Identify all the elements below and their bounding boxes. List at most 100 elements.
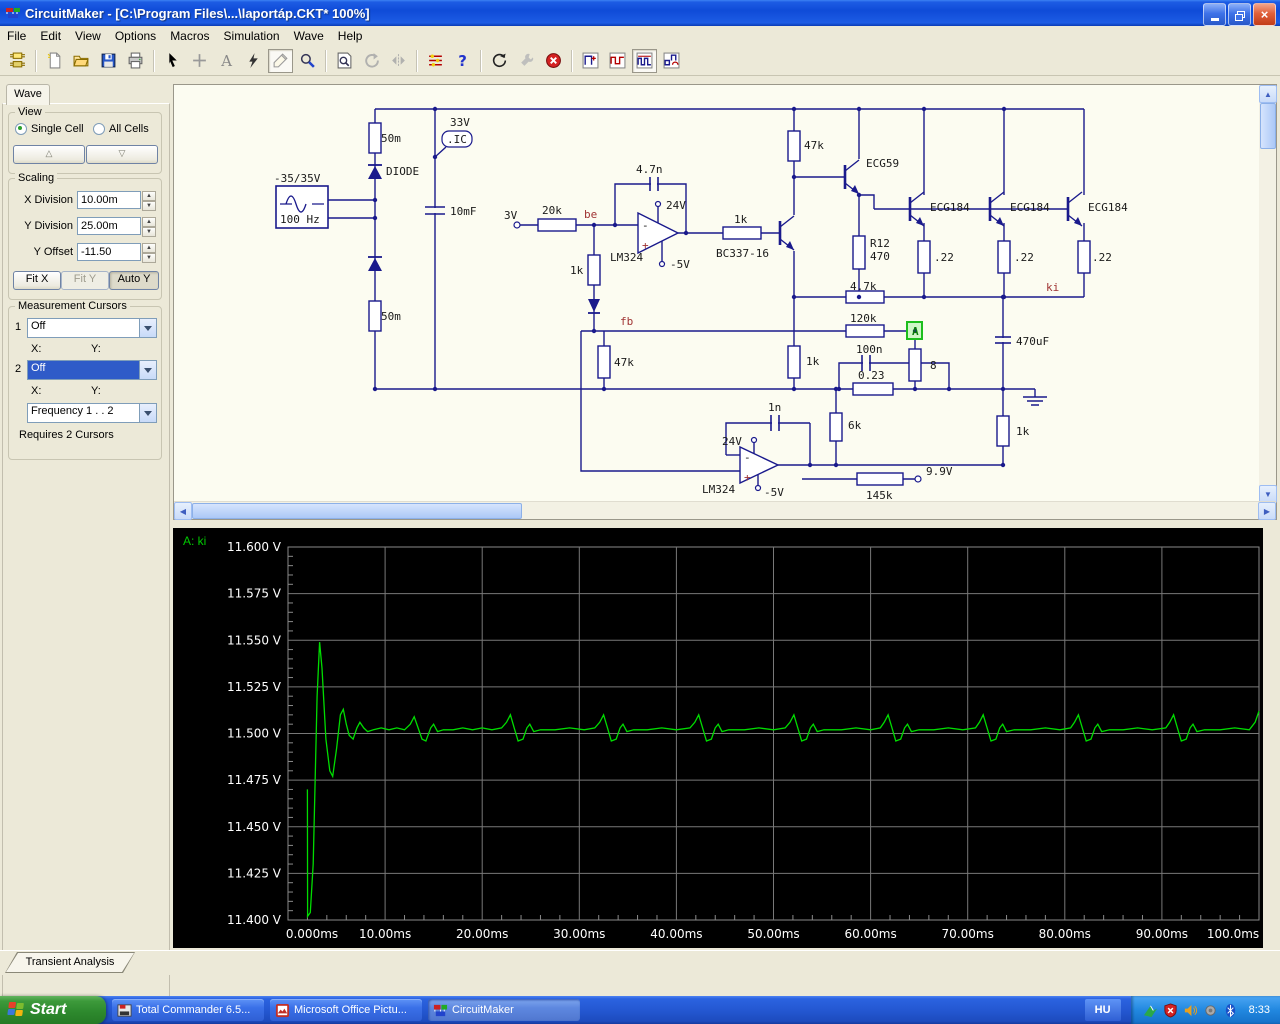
y-axis-tick-label: 11.575 V xyxy=(227,587,282,601)
menu-help[interactable]: Help xyxy=(331,27,370,45)
component-label: 9.9V xyxy=(926,465,953,478)
scroll-left-icon[interactable]: ◀ xyxy=(174,502,192,520)
measurement-dropdown-arrow-icon[interactable] xyxy=(139,404,156,422)
device-icon[interactable] xyxy=(1203,1003,1218,1018)
fit-x-button[interactable]: Fit X xyxy=(13,271,61,290)
minimize-button[interactable] xyxy=(1203,3,1226,26)
component-label: - xyxy=(642,219,649,232)
probe-tool-icon[interactable] xyxy=(268,48,293,73)
antivirus-shield-icon[interactable] xyxy=(1163,1002,1178,1018)
stop-icon[interactable] xyxy=(541,49,566,73)
y-offset-input[interactable]: -11.50 xyxy=(77,243,141,261)
mixed-display-icon[interactable] xyxy=(659,49,684,73)
close-button[interactable]: × xyxy=(1253,3,1276,26)
menu-file[interactable]: File xyxy=(0,27,33,45)
component-label: ECG59 xyxy=(866,157,899,170)
component-label: 4.7k xyxy=(850,280,877,293)
fit-y-button[interactable]: Fit Y xyxy=(61,271,109,290)
cursor1-dropdown[interactable]: Off xyxy=(27,318,157,338)
x-division-spinner[interactable]: ▲ ▼ xyxy=(142,191,156,211)
radio-all-cells[interactable]: All Cells xyxy=(93,123,149,135)
tab-wave[interactable]: Wave xyxy=(6,84,50,105)
analog-display-icon[interactable] xyxy=(632,48,657,73)
start-button[interactable]: Start xyxy=(0,996,106,1024)
component-label: + xyxy=(744,471,751,484)
tray-icons xyxy=(1143,1002,1238,1018)
cursor1-dropdown-arrow-icon[interactable] xyxy=(139,319,156,337)
save-file-icon[interactable] xyxy=(96,49,121,73)
clock[interactable]: 8:33 xyxy=(1249,1004,1270,1016)
restore-button[interactable] xyxy=(1228,3,1251,26)
reset-icon[interactable] xyxy=(487,49,512,73)
print-icon[interactable] xyxy=(123,49,148,73)
component-label: 1k xyxy=(1016,425,1030,438)
window-title: CircuitMaker - [C:\Program Files\...\lap… xyxy=(25,5,370,21)
taskbar-task-total-commander-6-5[interactable]: Total Commander 6.5... xyxy=(112,999,264,1021)
x-axis-tick-label: 100.0ms xyxy=(1207,927,1259,941)
taskbar-task-microsoft-office-pictu[interactable]: Microsoft Office Pictu... xyxy=(270,999,422,1021)
schematic-canvas[interactable]: 50m DIODE -35/35V 100 Hz 33V .IC 10mF 50m 3V 20k b… xyxy=(173,84,1277,520)
y-division-input[interactable]: 25.00m xyxy=(77,217,141,235)
component-label: .IC xyxy=(447,133,467,146)
component-label: ECG184 xyxy=(1010,201,1050,214)
x-division-input[interactable]: 10.00m xyxy=(77,191,141,209)
open-file-icon[interactable] xyxy=(69,49,94,73)
waveform-panel[interactable]: 11.600 V 11.575 V 11.550 V 11.525 V 11.500 V… xyxy=(173,528,1263,948)
find-device-icon[interactable] xyxy=(332,49,357,73)
scroll-up-icon[interactable]: ▲ xyxy=(1259,85,1277,103)
wire-mode-icon[interactable] xyxy=(423,49,448,73)
toolbar-separator xyxy=(35,49,37,72)
title-bar[interactable]: CircuitMaker - [C:\Program Files\...\lap… xyxy=(0,0,1280,26)
menu-view[interactable]: View xyxy=(68,27,108,45)
schematic-horizontal-scrollbar[interactable]: ◀ ▶ xyxy=(174,501,1276,520)
cell-up-button[interactable]: △ xyxy=(13,145,85,164)
cursor2-dropdown[interactable]: Off xyxy=(27,360,157,380)
auto-y-button[interactable]: Auto Y xyxy=(109,271,159,290)
rotate-icon[interactable] xyxy=(359,49,384,73)
part-browser-icon[interactable] xyxy=(5,49,30,73)
digital-display-icon[interactable] xyxy=(605,49,630,73)
language-indicator[interactable]: HU xyxy=(1084,999,1121,1021)
display-utility-icon[interactable] xyxy=(1143,1003,1158,1018)
measurement-dropdown[interactable]: Frequency 1 . . 2 xyxy=(27,403,157,423)
text-tool-icon[interactable]: A xyxy=(214,49,239,73)
wire-tool-icon[interactable] xyxy=(187,49,212,73)
cursor2-dropdown-arrow-icon[interactable] xyxy=(139,361,156,379)
volume-icon[interactable] xyxy=(1183,1003,1198,1018)
menu-options[interactable]: Options xyxy=(108,27,163,45)
cell-down-button[interactable]: ▽ xyxy=(86,145,158,164)
menu-macros[interactable]: Macros xyxy=(163,27,216,45)
component-label: -5V xyxy=(670,258,690,271)
radio-all-cells-icon xyxy=(93,123,105,135)
menu-simulation[interactable]: Simulation xyxy=(217,27,287,45)
circuitmaker-window: CircuitMaker - [C:\Program Files\...\lap… xyxy=(0,0,1280,1024)
component-label: LM324 xyxy=(702,483,735,496)
options-wrench-icon[interactable] xyxy=(514,49,539,73)
schematic-vertical-scrollbar[interactable]: ▲ ▼ xyxy=(1259,85,1277,503)
new-file-icon[interactable] xyxy=(42,49,67,73)
mirror-icon[interactable] xyxy=(386,49,411,73)
y-division-spinner[interactable]: ▲ ▼ xyxy=(142,217,156,237)
horizontal-scroll-thumb[interactable] xyxy=(192,503,522,519)
tab-transient-analysis[interactable]: Transient Analysis xyxy=(6,953,134,972)
menu-wave[interactable]: Wave xyxy=(287,27,331,45)
component-label: 8 xyxy=(930,359,937,372)
minimize-icon xyxy=(1210,18,1219,21)
x-axis-tick-label: 60.00ms xyxy=(844,927,896,941)
vertical-scroll-thumb[interactable] xyxy=(1260,103,1276,149)
y-offset-spinner[interactable]: ▲ ▼ xyxy=(142,243,156,263)
menu-edit[interactable]: Edit xyxy=(33,27,68,45)
zoom-tool-icon[interactable] xyxy=(295,49,320,73)
delete-tool-icon[interactable] xyxy=(241,49,266,73)
component-label: - xyxy=(744,451,751,464)
scope-probe-icon[interactable] xyxy=(578,49,603,73)
bluetooth-icon[interactable] xyxy=(1223,1003,1238,1018)
scroll-right-icon[interactable]: ▶ xyxy=(1258,502,1276,520)
help-icon[interactable]: ? xyxy=(450,49,475,73)
transient-plot: 11.600 V 11.575 V 11.550 V 11.525 V 11.500 V… xyxy=(227,540,1260,941)
svg-text:?: ? xyxy=(458,52,467,69)
taskbar-task-circuitmaker[interactable]: CircuitMaker xyxy=(428,999,580,1021)
radio-single-cell[interactable]: Single Cell xyxy=(15,123,84,135)
arrow-tool-icon[interactable] xyxy=(160,49,185,73)
y-axis-tick-label: 11.475 V xyxy=(227,773,282,787)
